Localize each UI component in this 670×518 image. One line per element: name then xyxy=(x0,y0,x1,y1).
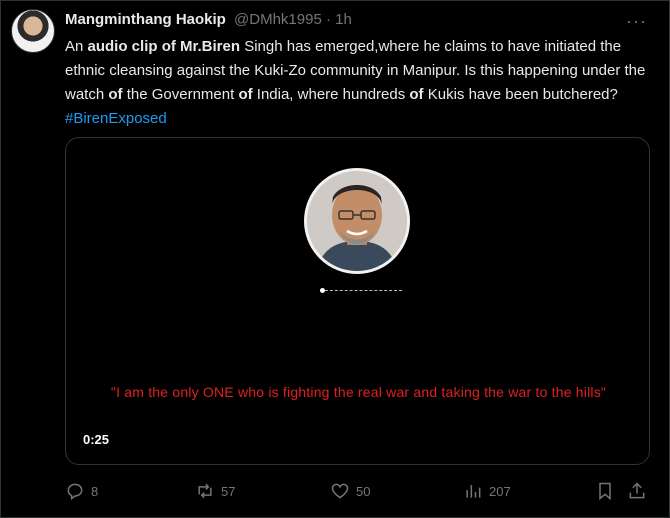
audio-quote-caption: "I am the only ONE who is fighting the r… xyxy=(110,384,607,400)
text-segment: India, where hundreds xyxy=(252,86,410,103)
text-segment: Kukis have been butchered? xyxy=(423,86,618,103)
bookmark-button[interactable] xyxy=(595,481,621,501)
text-bold-segment: of xyxy=(108,86,123,103)
speaker-portrait xyxy=(304,168,410,274)
repost-count: 57 xyxy=(221,483,236,499)
audio-progress-handle[interactable] xyxy=(319,288,325,293)
like-button[interactable]: 50 xyxy=(330,481,370,501)
text-bold-segment: audio clip of Mr.Biren xyxy=(87,38,241,55)
share-icon xyxy=(629,482,645,499)
tweet-header: Mangminthang Haokip @DMhk1995 · 1h xyxy=(65,11,352,29)
media-player[interactable]: "I am the only ONE who is fighting the r… xyxy=(65,137,650,465)
reply-count: 8 xyxy=(91,483,99,499)
share-button[interactable] xyxy=(627,481,653,501)
author-avatar[interactable] xyxy=(11,9,55,53)
author-handle-time[interactable]: @DMhk1995 · 1h xyxy=(234,11,352,28)
repost-button[interactable]: 57 xyxy=(195,481,235,501)
tweet-actions: 8 57 50 207 xyxy=(65,481,655,505)
repost-icon xyxy=(198,483,212,499)
reply-button[interactable]: 8 xyxy=(65,481,98,501)
views-chart-icon xyxy=(466,485,481,498)
text-segment: the Government xyxy=(122,86,239,103)
media-timer: 0:25 xyxy=(83,432,110,447)
author-name[interactable]: Mangminthang Haokip xyxy=(65,11,226,28)
bookmark-icon xyxy=(599,482,611,501)
tweet-text: An audio clip of Mr.Biren Singh has emer… xyxy=(65,35,655,131)
reply-icon xyxy=(67,483,83,500)
text-bold-segment: of xyxy=(409,86,424,103)
audio-progress-track[interactable] xyxy=(320,290,402,292)
more-options-icon[interactable]: ··· xyxy=(626,11,647,32)
hashtag-link[interactable]: #BirenExposed xyxy=(65,110,167,127)
portrait-image xyxy=(307,171,407,271)
views-button[interactable]: 207 xyxy=(463,481,511,501)
text-segment: An xyxy=(65,38,88,55)
like-count: 50 xyxy=(356,483,371,499)
tweet-card[interactable]: Mangminthang Haokip @DMhk1995 · 1h ··· A… xyxy=(0,0,670,518)
heart-icon xyxy=(331,483,349,499)
text-bold-segment: of xyxy=(238,86,253,103)
views-count: 207 xyxy=(489,483,511,499)
